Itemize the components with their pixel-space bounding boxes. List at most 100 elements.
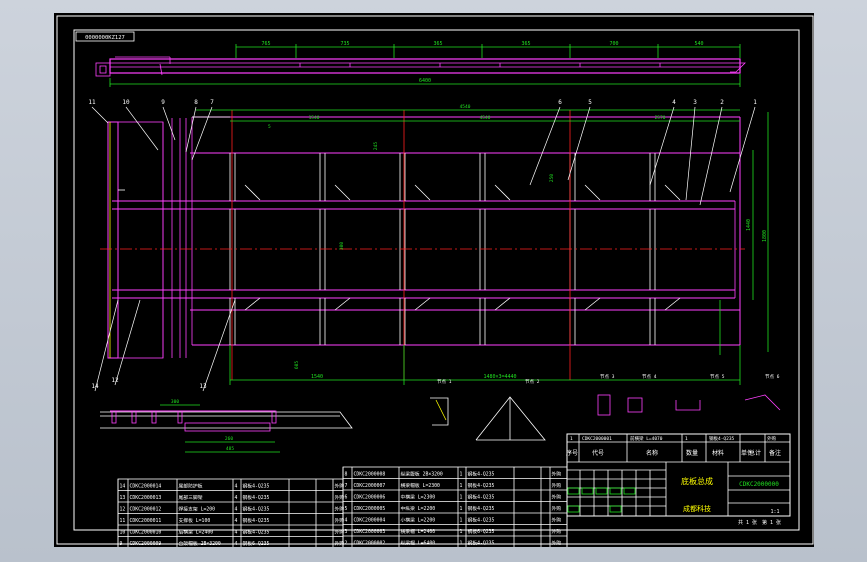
gusset — [334, 297, 351, 311]
scale-value: 1:1 — [770, 509, 779, 515]
dimension-label: 540 — [694, 41, 703, 47]
bom-cell: CDKC2000011 — [130, 518, 162, 524]
title-header-label: 序号 — [566, 449, 578, 457]
bom-cell: 钢板6-Q235 — [468, 528, 495, 535]
balloon-leader — [191, 106, 213, 161]
part-balloon-label: 5 — [588, 99, 592, 106]
bom-cell: CDKC2000004 — [354, 518, 386, 524]
bom-cell: 4 — [235, 495, 238, 501]
overall-dimension-label: 6400 — [419, 78, 431, 84]
bom-cell: 14 — [120, 484, 126, 490]
bom-cell: 4 — [235, 541, 238, 547]
bom-cell: 4 — [235, 507, 238, 513]
part-balloon-label: 7 — [210, 99, 214, 106]
part-balloon-label: 9 — [161, 99, 165, 106]
bom-cell: 4 — [235, 518, 238, 524]
bom-cell: 外购 — [552, 505, 562, 512]
signature-field — [567, 505, 580, 513]
gusset — [584, 184, 601, 201]
part-balloon-label: 13 — [199, 383, 207, 390]
dimension-label: 250 — [549, 174, 555, 182]
bom-cell: 横梁帽 L=2400 — [401, 528, 436, 535]
detail-plate — [675, 400, 701, 411]
bom-cell: 钢板6-Q235 — [243, 540, 270, 547]
dimension-label: 245 — [373, 142, 379, 150]
balloon-leader — [91, 106, 109, 124]
part-balloon-label: 12 — [111, 377, 119, 384]
bom-cell: 外购 — [552, 494, 562, 501]
signature-field — [581, 487, 594, 495]
dimension-label: 4540 — [460, 104, 471, 110]
bom-cell: 2 — [345, 541, 348, 547]
drawing-name: 底板总成 — [681, 476, 713, 486]
bom-cell: CDKC2000003 — [354, 529, 386, 535]
drawing-number: CDKC2000000 — [739, 481, 779, 488]
bom-cell: 13 — [120, 495, 126, 501]
title-header-label: 备注 — [769, 449, 781, 457]
dimension-label: 2570 — [655, 115, 666, 121]
dimension-label: 1540 — [311, 374, 323, 380]
part-balloon-label: 4 — [672, 99, 676, 106]
gusset — [494, 297, 511, 311]
balloon-leader — [185, 106, 197, 153]
part-balloon-label: 10 — [122, 99, 130, 106]
bottom-elevation-post — [131, 410, 137, 424]
bom-cell: 6 — [345, 495, 348, 501]
bom-cell: 5 — [345, 506, 348, 512]
bom-cell: 9 — [120, 541, 123, 547]
dimension-label: 1540 — [309, 115, 320, 121]
signature-field — [567, 487, 580, 495]
dimension-label: 735 — [340, 41, 349, 47]
bom-cell: 外购 — [552, 517, 562, 524]
detail-section-a — [430, 397, 449, 426]
balloon-leader — [729, 106, 756, 193]
elevation-rear-block — [95, 62, 111, 77]
bom-cell: 纵梁帽 L=6400 — [401, 540, 436, 547]
bom-cell: CDKC2000009 — [130, 541, 162, 547]
bom-cell: 台架帽板 2B×3200 — [179, 540, 221, 547]
detail-label: 节点 4 — [642, 374, 657, 380]
part-balloon-label: 14 — [91, 383, 99, 390]
bom-cell: 1 — [460, 518, 463, 524]
bom-cell: 钢板4-Q235 — [468, 517, 495, 524]
signature-field — [609, 487, 622, 495]
dimension-label: 1440 — [746, 219, 752, 231]
bom-cell: CDKC2000006 — [354, 495, 386, 501]
detail-label: 节点 5 — [710, 374, 725, 380]
bom-cell: 小横梁 L=2200 — [401, 517, 436, 524]
title-header-cell: 前横梁 L=4070 — [630, 435, 663, 442]
elevation-rear-inner — [99, 65, 107, 74]
bottom-elevation-outline — [100, 411, 353, 429]
rear-end-plate — [107, 121, 119, 359]
bom-cell: 11 — [120, 518, 126, 524]
gusset — [334, 184, 351, 201]
dimension-label: 4540 — [480, 115, 491, 121]
gusset — [244, 297, 261, 311]
part-balloon-label: 1 — [753, 99, 757, 106]
detail-channel — [597, 394, 611, 416]
detail-label: 节点 2 — [525, 379, 540, 385]
dimension-label: 1480×3=4440 — [483, 374, 516, 380]
side-elevation-body — [109, 58, 741, 74]
balloon-leader — [114, 299, 141, 386]
dimension-label: 765 — [261, 41, 270, 47]
bottom-elevation-post — [177, 410, 183, 424]
balloon-leader — [567, 106, 591, 181]
dimension-label: 700 — [609, 41, 618, 47]
bom-cell: 钢板4-Q235 — [468, 540, 495, 547]
balloon-leader — [699, 106, 723, 206]
detail-label: 节点 1 — [437, 379, 452, 385]
title-header-cell: 外购 — [767, 435, 776, 442]
detail-bracket — [627, 397, 643, 413]
bom-cell: 钢板4-Q235 — [468, 471, 495, 478]
bom-cell: 钢板4-Q235 — [468, 505, 495, 512]
balloon-leader — [125, 106, 159, 151]
gusset — [664, 297, 681, 311]
sheet-count: 共 1 张 — [738, 519, 757, 526]
title-header-cell: 1 — [685, 436, 688, 442]
drawing-sheet: 0000000KZ127 765 735 365 365 700 540 6400 1800 14… — [54, 13, 814, 547]
gusset — [494, 184, 511, 201]
gusset — [584, 297, 601, 311]
bom-cell: 横梁帽板 L=2300 — [401, 482, 441, 489]
bom-cell: 钢板4-Q235 — [243, 506, 270, 513]
